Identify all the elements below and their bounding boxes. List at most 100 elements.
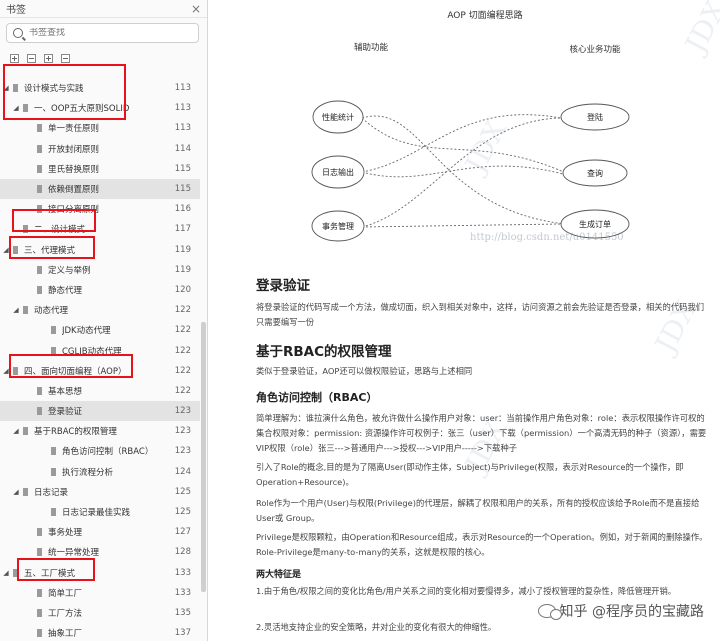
bookmark-item[interactable]: 事务处理 127 <box>0 522 200 542</box>
diagram-title: AOP 切面编程思路 <box>447 9 522 21</box>
bookmark-page-number: 117 <box>174 224 191 235</box>
highlight-box <box>17 558 95 581</box>
expand-arrow-icon[interactable]: ◢ <box>12 306 20 314</box>
close-icon[interactable]: × <box>191 3 201 15</box>
bookmark-search-box[interactable] <box>6 23 199 43</box>
bookmark-icon <box>23 427 28 436</box>
diagram-node: 日志输出 <box>311 155 365 189</box>
bookmark-item[interactable]: 依赖倒置原则 115 <box>0 178 200 200</box>
expand-arrow-icon[interactable]: ◢ <box>12 488 20 496</box>
bookmark-item[interactable]: JDK动态代理 122 <box>0 320 200 340</box>
bookmark-item[interactable]: 简单工厂 133 <box>0 583 200 603</box>
paragraph-rbac-2: 引入了Role的概念,目的是为了隔离User(即动作主体，Subject)与Pr… <box>256 462 684 487</box>
bookmark-item[interactable]: ◢ 基于RBAC的权限管理 123 <box>0 421 200 441</box>
bookmark-icon <box>37 265 42 274</box>
svg-text:事务管理: 事务管理 <box>322 221 354 231</box>
sidebar-scrollbar[interactable] <box>201 322 206 592</box>
paragraph-feature-2: 2.灵活地支持企业的安全策略，并对企业的变化有很大的伸缩性。 <box>256 622 497 632</box>
bookmark-item[interactable]: 日志记录最佳实践 125 <box>0 502 200 522</box>
bookmark-label: 执行流程分析 <box>62 467 114 478</box>
bookmark-item[interactable]: 静态代理 120 <box>0 280 200 300</box>
bookmark-icon <box>37 629 42 638</box>
bookmark-page-number: 115 <box>174 163 191 174</box>
bookmark-page-number: 113 <box>174 123 191 134</box>
bookmark-label: 依赖倒置原则 <box>48 185 100 196</box>
bookmark-page-number: 115 <box>174 184 191 195</box>
bookmark-item[interactable]: ◢ 日志记录 125 <box>0 482 200 502</box>
bookmark-item[interactable]: 登录验证 123 <box>0 401 200 422</box>
diagram-node: 登陆 <box>560 103 630 131</box>
bookmark-toolbar <box>10 54 70 63</box>
bookmark-label: 简单工厂 <box>48 588 83 599</box>
diagram-node: 性能统计 <box>312 100 364 134</box>
bookmark-page-number: 119 <box>174 244 191 255</box>
bookmark-item[interactable]: 抽象工厂 137 <box>0 623 200 641</box>
svg-text:生成订单: 生成订单 <box>579 219 611 229</box>
expand-all-icon[interactable] <box>10 54 19 63</box>
highlight-box <box>9 236 95 259</box>
remove-bookmark-icon[interactable] <box>61 54 70 63</box>
bookmarks-header: 书签 × <box>0 0 207 18</box>
bookmark-item[interactable]: 基本思想 122 <box>0 381 200 401</box>
collapse-all-icon[interactable] <box>27 54 36 63</box>
bookmark-page-number: 123 <box>174 446 191 457</box>
bookmark-page-number: 122 <box>174 305 191 316</box>
bookmark-label: 定义与举例 <box>48 265 91 276</box>
bookmark-label: 角色访问控制（RBAC） <box>62 447 154 458</box>
svg-text:日志输出: 日志输出 <box>322 167 354 177</box>
paragraph-rbac-4: Privilege是权限颗粒，由Operation和Resource组成，表示对… <box>256 532 708 557</box>
bookmark-item[interactable]: 开放封闭原则 114 <box>0 139 200 159</box>
bookmark-page-number: 114 <box>174 143 191 154</box>
bookmark-label: 抽象工厂 <box>48 629 83 640</box>
url-watermark: http://blog.csdn.net/u0141550 <box>470 232 624 243</box>
bookmark-icon <box>23 306 28 315</box>
highlight-box <box>9 354 133 378</box>
bookmark-page-number: 116 <box>174 204 191 215</box>
bookmark-label: 事务处理 <box>48 528 83 539</box>
bookmark-label: 登录验证 <box>48 407 83 418</box>
bookmark-icon <box>51 467 56 476</box>
diagram-right-header: 核心业务功能 <box>569 44 621 55</box>
bookmark-page-number: 133 <box>174 567 191 578</box>
bookmark-icon <box>37 548 42 557</box>
bookmark-label: 单一责任原则 <box>48 124 100 135</box>
bookmark-search-input[interactable] <box>29 28 189 38</box>
bookmark-item[interactable]: 定义与举例 119 <box>0 260 200 280</box>
aop-diagram: AOP 切面编程思路 辅助功能 核心业务功能 性能统计 日志输出 事务管理 登陆 <box>311 9 630 242</box>
heading-login: 登录验证 <box>256 278 310 294</box>
bookmark-label: 日志记录 <box>34 487 69 498</box>
bookmark-icon <box>37 386 42 395</box>
bookmark-page-number: 123 <box>174 406 191 417</box>
bookmark-page-number: 127 <box>174 527 191 538</box>
add-bookmark-icon[interactable] <box>44 54 53 63</box>
wechat-icon <box>537 604 562 620</box>
bookmark-page-number: 122 <box>174 325 191 336</box>
bookmark-page-number: 113 <box>174 103 191 114</box>
paragraph-rbac: 类似于登录验证，AOP还可以做权限验证，思路与上述相同 <box>256 366 473 376</box>
highlight-box <box>3 64 126 120</box>
paragraph-rbac-1: 简单理解为：谁拉演什么角色，被允许做什么操作用户对象：user：当前操作用户角色… <box>256 413 707 453</box>
expand-arrow-icon[interactable]: ◢ <box>12 427 20 435</box>
bookmark-label: 基本思想 <box>48 386 83 397</box>
diagram-node: 事务管理 <box>311 210 365 242</box>
bookmark-label: 开放封闭原则 <box>48 144 100 155</box>
diagram-left-header: 辅助功能 <box>354 42 389 53</box>
bookmarks-title: 书签 <box>6 5 26 16</box>
bookmark-page-number: 122 <box>174 345 191 356</box>
svg-text:性能统计: 性能统计 <box>322 112 354 122</box>
highlight-box <box>12 209 96 232</box>
diagram-connectors <box>361 114 567 228</box>
paragraph-login: 将登录验证的代码写成一个方法，做成切面，织入到相关对象中，这样，访问资源之前会先… <box>256 302 705 327</box>
bookmark-page-number: 137 <box>174 628 191 639</box>
bookmark-item[interactable]: 单一责任原则 113 <box>0 118 200 138</box>
bookmark-item[interactable]: ◢ 动态代理 122 <box>0 300 200 320</box>
bookmark-page-number: 124 <box>174 466 191 477</box>
expand-arrow-icon[interactable]: ◢ <box>2 569 10 577</box>
bookmark-item[interactable]: 执行流程分析 124 <box>0 462 200 482</box>
bookmark-item[interactable]: 工厂方法 135 <box>0 603 200 623</box>
bookmark-item[interactable]: 里氏替换原则 115 <box>0 159 200 179</box>
bookmark-icon <box>37 124 42 133</box>
bookmark-page-number: 128 <box>174 547 191 558</box>
bookmark-page-number: 135 <box>174 607 191 618</box>
bookmark-item[interactable]: 角色访问控制（RBAC） 123 <box>0 441 200 461</box>
